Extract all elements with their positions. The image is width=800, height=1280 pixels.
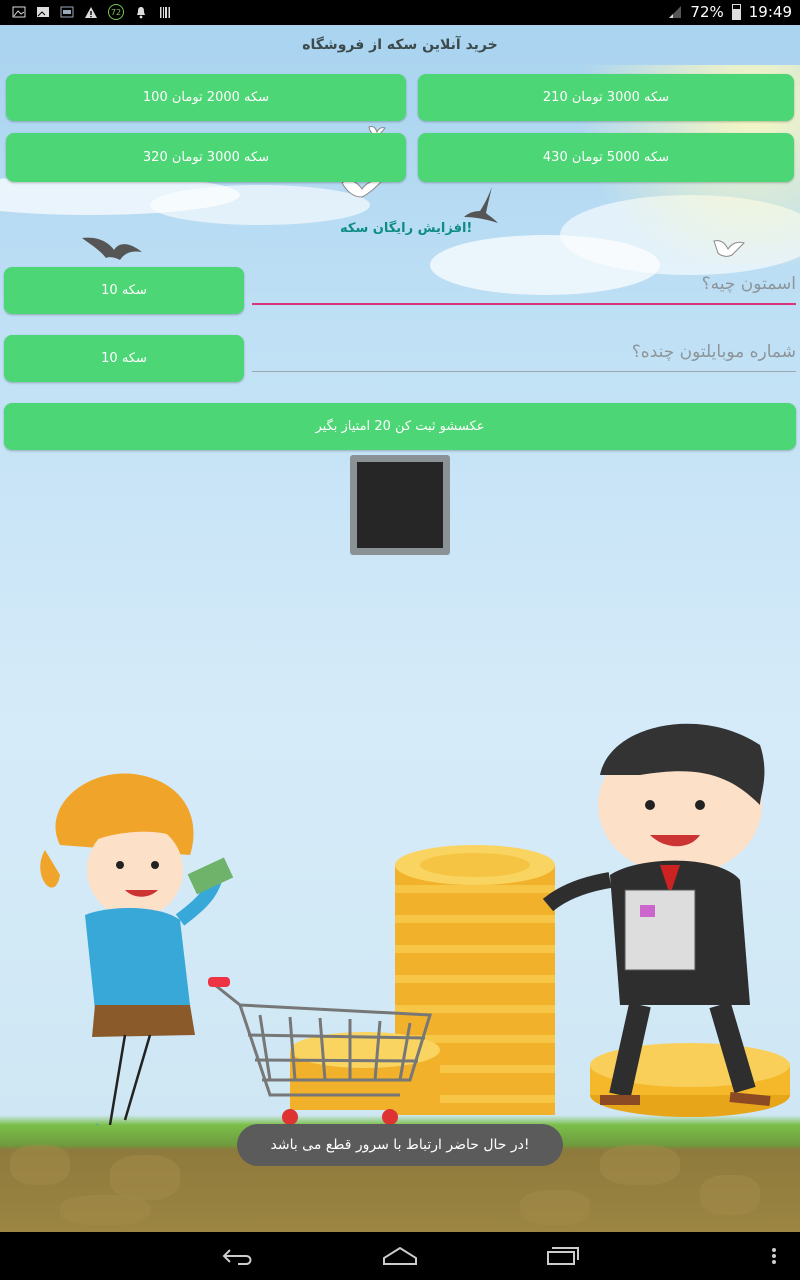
photo-thumbnail[interactable]	[350, 455, 450, 555]
circle-72-icon: 72	[108, 4, 124, 20]
photo-reward-button[interactable]: عکسشو ثبت کن 20 امتیاز بگیر	[4, 403, 796, 450]
recents-icon[interactable]	[542, 1242, 582, 1270]
name-reward-button[interactable]: 10 سکه	[4, 267, 244, 314]
barcode-icon	[158, 5, 172, 19]
gallery-icon	[36, 5, 50, 19]
notification-bell-icon	[134, 5, 148, 19]
id-card-icon	[60, 5, 74, 19]
status-right: 72% 19:49	[668, 3, 792, 21]
coin-package-button-100[interactable]: 100 سکه 2000 تومان	[6, 74, 406, 121]
more-icon[interactable]	[754, 1242, 794, 1270]
bird-icon	[80, 230, 144, 270]
navigation-bar	[0, 1232, 800, 1280]
phone-input[interactable]	[252, 335, 796, 369]
status-bar: 72 72% 19:49	[0, 0, 800, 25]
coin-package-button-210[interactable]: 210 سکه 3000 تومان	[418, 74, 794, 121]
notification-icons: 72	[12, 4, 172, 20]
store-title: خرید آنلاین سکه از فروشگاه	[302, 37, 498, 53]
name-field[interactable]	[252, 267, 796, 305]
warning-icon	[84, 5, 98, 19]
phone-field[interactable]	[252, 335, 796, 372]
notification-badge-text: 72	[110, 7, 122, 17]
signal-icon	[668, 5, 682, 19]
image-icon	[12, 5, 26, 19]
coin-package-button-430[interactable]: 430 سکه 5000 تومان	[418, 133, 794, 182]
toast-message: در حال حاضر ارتباط با سرور قطع می باشد!	[237, 1124, 563, 1166]
clock: 19:49	[748, 3, 792, 21]
back-icon[interactable]	[218, 1242, 258, 1270]
app-screen: خرید آنلاین سکه از فروشگاه 210 سکه 3000 …	[0, 25, 800, 1232]
home-icon[interactable]	[380, 1242, 420, 1270]
battery-icon	[731, 4, 741, 20]
shopping-illustration	[0, 705, 800, 1137]
dove-icon	[712, 235, 746, 267]
coin-package-button-320[interactable]: 320 سکه 3000 تومان	[6, 133, 406, 182]
photo-placeholder	[357, 462, 443, 548]
name-input[interactable]	[252, 267, 796, 301]
phone-reward-button[interactable]: 10 سکه	[4, 335, 244, 382]
battery-percent: 72%	[690, 3, 724, 21]
free-coins-heading: افزایش رایگان سکه!	[340, 221, 473, 236]
